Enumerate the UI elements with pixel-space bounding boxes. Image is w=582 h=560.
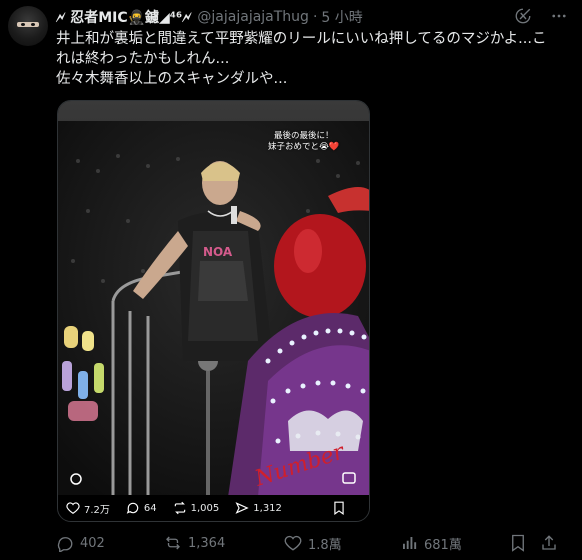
repost-icon xyxy=(166,536,180,550)
bookmark-button[interactable] xyxy=(510,534,540,552)
reply-icon xyxy=(57,537,73,552)
heart-icon xyxy=(284,535,302,551)
media-comment-count: 64 xyxy=(143,502,157,514)
repost-icon xyxy=(174,501,185,515)
like-count: 1.8萬 xyxy=(308,537,342,553)
avatar[interactable] xyxy=(8,6,48,46)
bookmark-icon xyxy=(512,534,524,552)
repost-count: 1,364 xyxy=(188,535,226,551)
user-handle[interactable]: @jajajajajaThug xyxy=(197,9,309,25)
like-button[interactable]: 1.8萬 xyxy=(284,534,400,553)
caption-line: 最後の最後に！ xyxy=(274,131,334,141)
repost-button[interactable]: 1,364 xyxy=(164,534,284,552)
display-name[interactable]: 🗲 忍者MIC🥷鑢◢⁴⁶🗲 xyxy=(56,7,191,27)
media-share-count: 1,312 xyxy=(253,502,282,514)
tweet-line: れは終わったかもしれん... xyxy=(56,51,230,67)
tweet-line: 井上和が裏垢と間違えて平野紫耀のリールにいいね押してるのマジかよ...こ xyxy=(56,31,547,47)
timestamp[interactable]: 5 小時 xyxy=(321,7,362,27)
share-button[interactable] xyxy=(540,534,558,552)
caption-line: 妹子おめでと😭❤️ xyxy=(268,142,340,152)
tweet-line: 佐々木舞香以上のスキャンダルや... xyxy=(56,71,288,87)
bookmark-icon xyxy=(334,501,344,515)
comment-icon xyxy=(126,502,139,514)
media-share[interactable]: 1,312 xyxy=(235,501,282,515)
avatar-eyes xyxy=(17,22,39,27)
media-like-count: 7.2万 xyxy=(84,504,110,516)
svg-text:NOA: NOA xyxy=(203,245,233,259)
media-repost-count: 1,005 xyxy=(190,502,220,514)
media-like[interactable]: 7.2万 xyxy=(66,501,110,516)
media-comment[interactable]: 64 xyxy=(126,501,157,515)
reply-count: 402 xyxy=(80,535,105,551)
separator-dot: · xyxy=(312,9,318,25)
views-icon xyxy=(403,537,417,549)
tweet-text: 井上和が裏垢と間違えて平野紫耀のリールにいいね押してるのマジかよ...こ れは終… xyxy=(56,29,572,89)
more-icon[interactable] xyxy=(550,7,568,25)
reply-button[interactable]: 402 xyxy=(56,534,164,552)
share-icon xyxy=(542,535,556,550)
media-repost[interactable]: 1,005 xyxy=(173,501,220,515)
grok-icon[interactable] xyxy=(514,7,532,25)
tweet-media[interactable]: NOA Number 最後の最後に！ 妹子おめでと😭❤️ 7.2万 64 1,0… xyxy=(57,100,370,522)
top-right-icons xyxy=(514,7,568,25)
media-overlay-caption: 最後の最後に！ 妹子おめでと😭❤️ xyxy=(268,131,340,153)
tweet-actions: 402 1,364 1.8萬 681萬 xyxy=(56,532,572,554)
concert-image: NOA Number xyxy=(58,101,369,497)
heart-icon xyxy=(66,502,80,514)
media-stats-bar: 7.2万 64 1,005 1,312 xyxy=(58,495,369,521)
send-icon xyxy=(235,502,249,514)
views-button[interactable]: 681萬 xyxy=(400,534,510,553)
views-count: 681萬 xyxy=(424,537,462,553)
media-bookmark[interactable] xyxy=(333,501,345,515)
tweet-header: 🗲 忍者MIC🥷鑢◢⁴⁶🗲 @jajajajajaThug · 5 小時 xyxy=(56,7,363,27)
